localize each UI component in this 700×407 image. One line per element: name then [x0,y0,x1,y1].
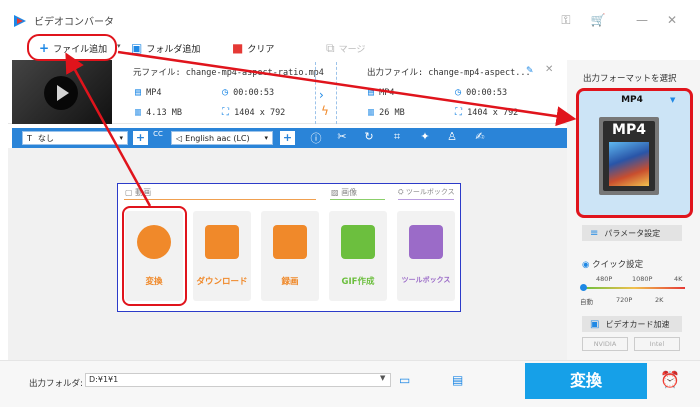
annotation-arrows [65,50,577,207]
annotation-arrow-to-add-file [65,52,152,207]
annotation-arrow-to-format [117,50,577,127]
